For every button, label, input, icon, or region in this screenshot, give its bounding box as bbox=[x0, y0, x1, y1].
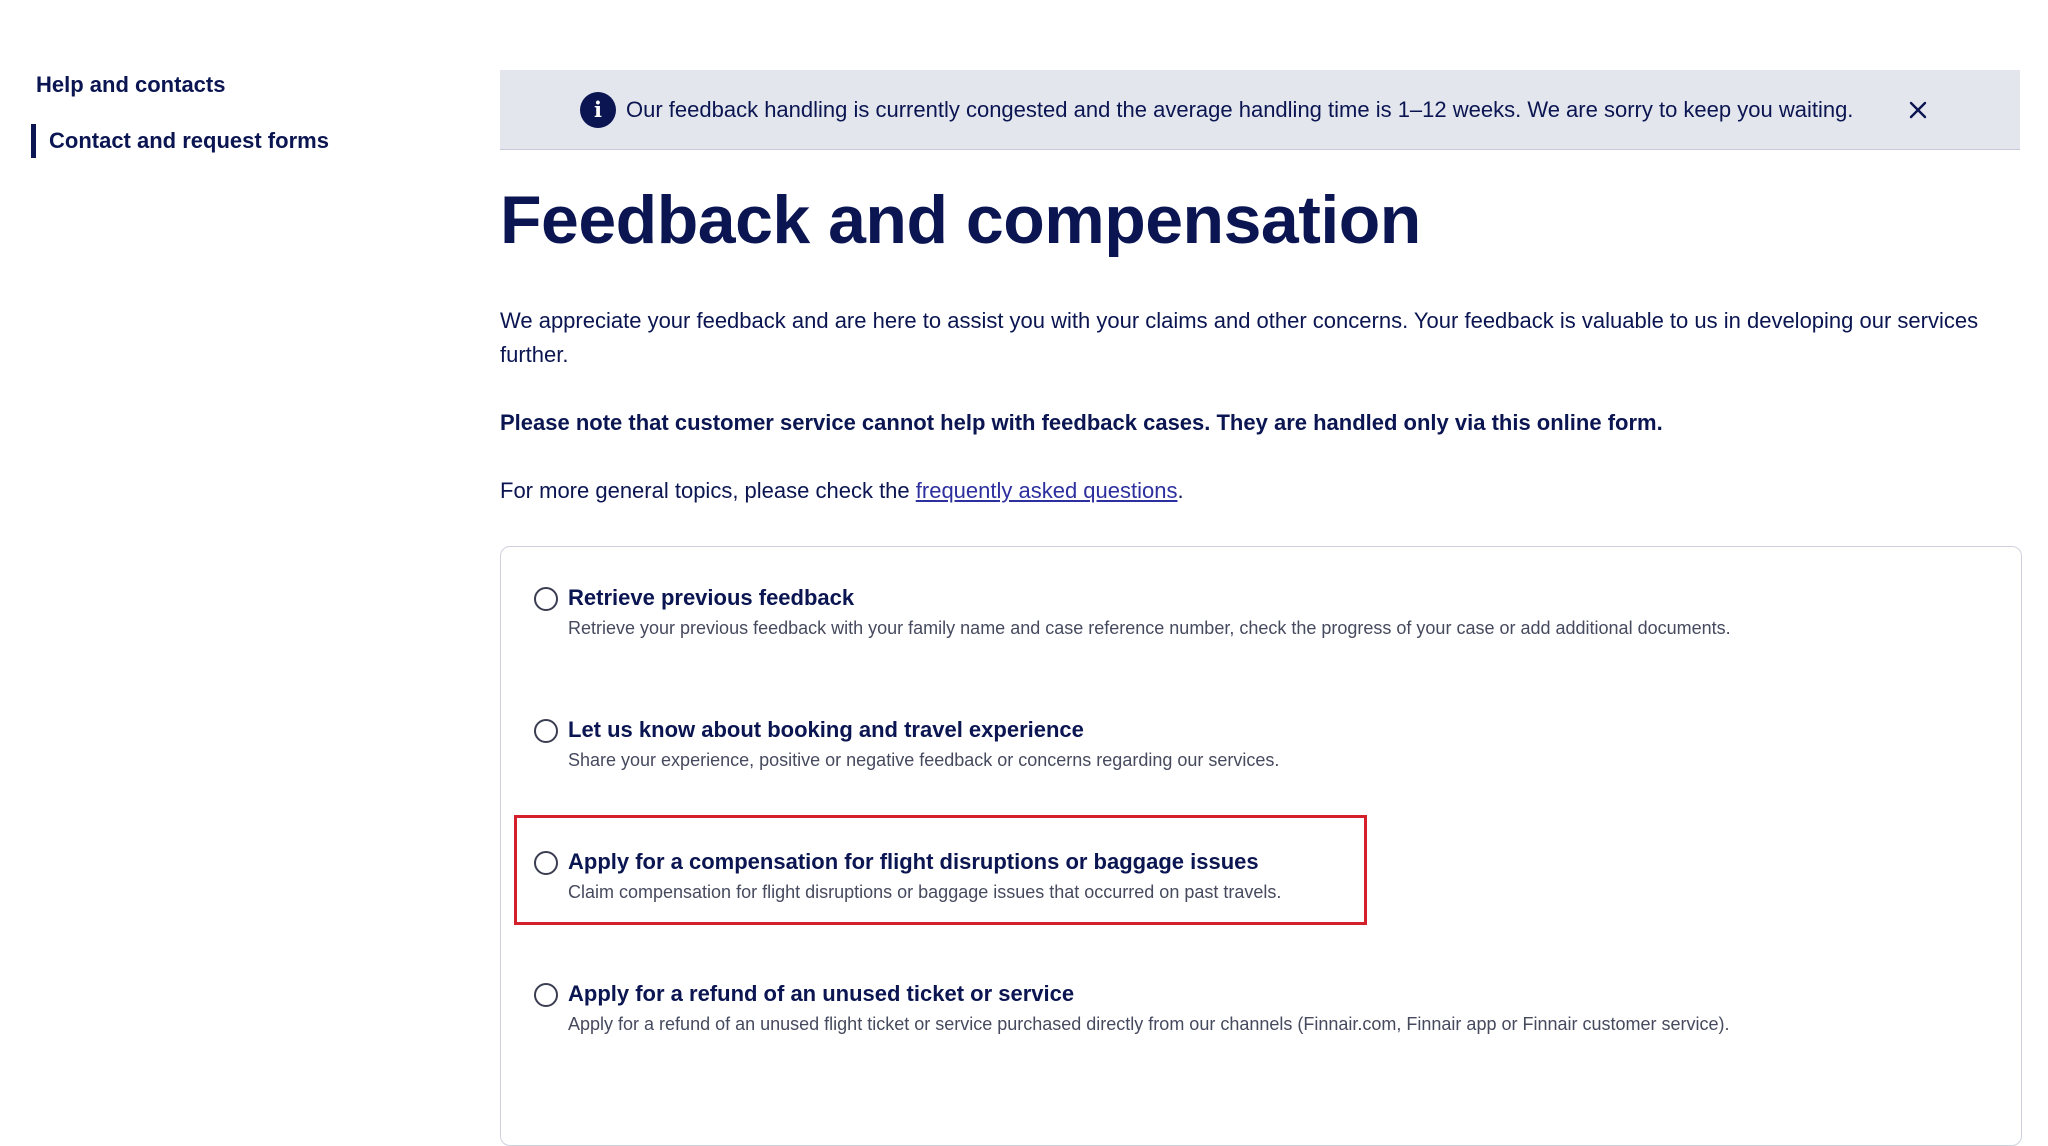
sidebar-item-contact-and-request-forms[interactable]: Contact and request forms bbox=[31, 124, 436, 158]
option-title: Retrieve previous feedback bbox=[568, 585, 855, 610]
notification-banner: i Our feedback handling is currently con… bbox=[500, 70, 2020, 150]
info-icon: i bbox=[580, 91, 616, 128]
option-description: Claim compensation for flight disruption… bbox=[568, 882, 1282, 902]
option-title: Apply for a refund of an unused ticket o… bbox=[568, 981, 1075, 1006]
option-title: Let us know about booking and travel exp… bbox=[568, 717, 1084, 742]
faq-text: For more general topics, please check th… bbox=[500, 474, 2020, 508]
option-retrieve-feedback[interactable]: Retrieve previous feedback Retrieve your… bbox=[534, 583, 1731, 641]
faq-suffix: . bbox=[1177, 478, 1184, 503]
radio-button[interactable] bbox=[534, 719, 558, 743]
intro-text: We appreciate your feedback and are here… bbox=[500, 308, 1979, 367]
feedback-options: Retrieve previous feedback Retrieve your… bbox=[500, 546, 2022, 1146]
option-description: Retrieve your previous feedback with you… bbox=[568, 618, 1731, 638]
close-icon[interactable] bbox=[1902, 94, 1934, 126]
main-content: i Our feedback handling is currently con… bbox=[500, 70, 2022, 1146]
option-description: Apply for a refund of an unused flight t… bbox=[568, 1014, 1730, 1034]
note-text: Please note that customer service cannot… bbox=[500, 410, 1663, 435]
radio-button[interactable] bbox=[534, 851, 558, 875]
radio-button[interactable] bbox=[534, 983, 558, 1007]
sidebar-nav: Help and contacts Contact and request fo… bbox=[31, 70, 436, 158]
page-title: Feedback and compensation bbox=[500, 182, 1421, 258]
option-description: Share your experience, positive or negat… bbox=[568, 750, 1280, 770]
faq-link[interactable]: frequently asked questions bbox=[916, 478, 1178, 503]
banner-text: Our feedback handling is currently conge… bbox=[626, 96, 1854, 122]
option-refund[interactable]: Apply for a refund of an unused ticket o… bbox=[534, 979, 1730, 1037]
sidebar-item-help-and-contacts[interactable]: Help and contacts bbox=[36, 70, 436, 100]
faq-prefix: For more general topics, please check th… bbox=[500, 478, 916, 503]
radio-button[interactable] bbox=[534, 587, 558, 611]
option-booking-travel-experience[interactable]: Let us know about booking and travel exp… bbox=[534, 715, 1279, 773]
option-compensation[interactable]: Apply for a compensation for flight disr… bbox=[534, 847, 1281, 905]
option-title: Apply for a compensation for flight disr… bbox=[568, 849, 1259, 874]
